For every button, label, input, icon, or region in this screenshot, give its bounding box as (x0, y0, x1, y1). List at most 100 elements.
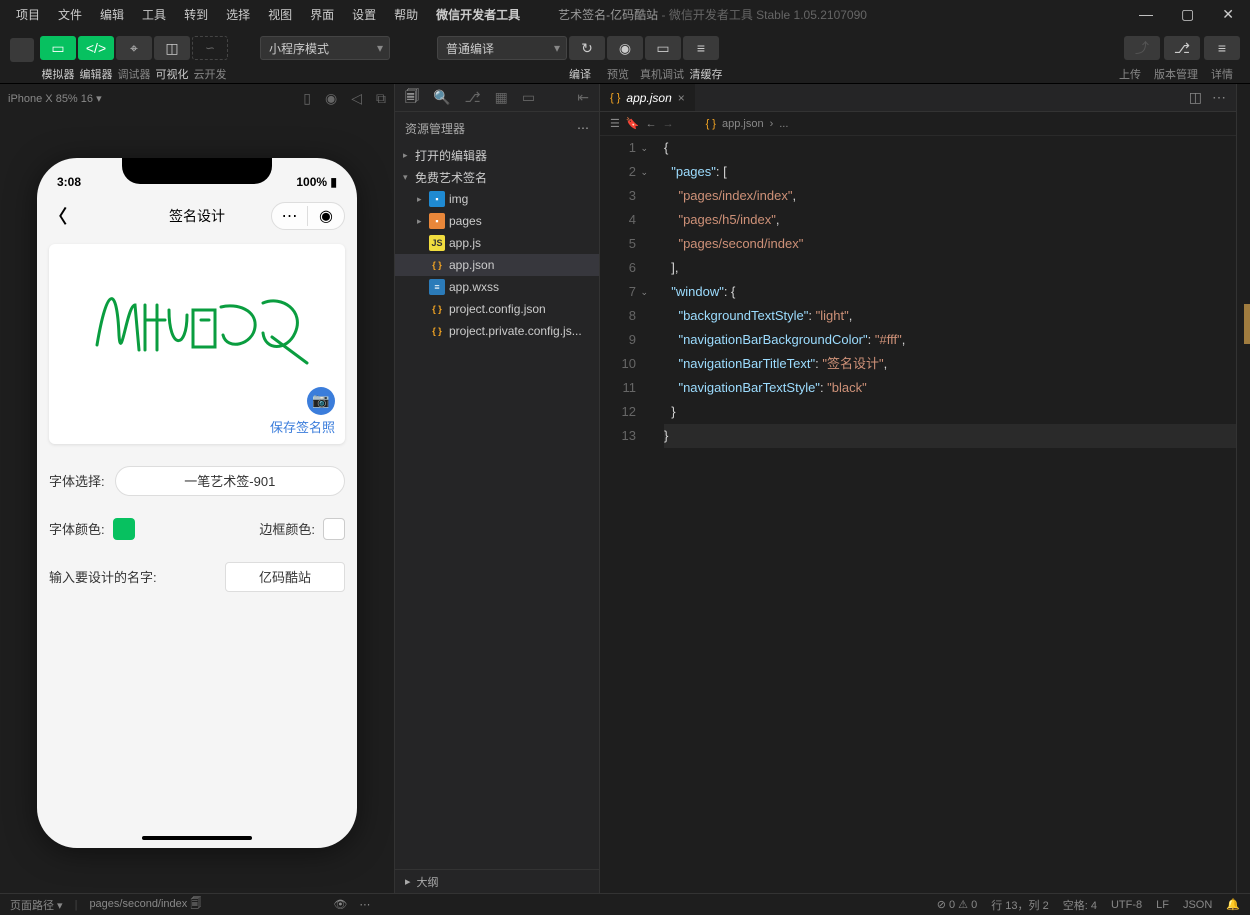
menu-file[interactable]: 文件 (50, 2, 90, 27)
menu-settings[interactable]: 设置 (344, 2, 384, 27)
editor-tab-appjson[interactable]: { } app.json × (600, 84, 695, 111)
menu-help[interactable]: 帮助 (386, 2, 426, 27)
explorer-tab-ext[interactable]: ▦ (495, 89, 508, 106)
font-select[interactable]: 一笔艺术签-901 (115, 466, 345, 496)
menu-devtools[interactable]: 微信开发者工具 (428, 2, 528, 27)
tree-file-projectprivate[interactable]: { }project.private.config.js... (395, 320, 599, 342)
simulator-button[interactable]: ▭ (40, 36, 76, 60)
save-signature-link[interactable]: 📷 (59, 387, 335, 415)
crumb-list-icon[interactable]: ☰ (610, 117, 620, 130)
camera-icon: 📷 (307, 387, 335, 415)
sim-device-icon[interactable]: ▯ (303, 90, 311, 107)
editor-pane: { } app.json × ◫ ⋯ ☰ 🔖 ← → { } app.json … (600, 84, 1236, 893)
menu-goto[interactable]: 转到 (176, 2, 216, 27)
debugger-button[interactable]: ⌖ (116, 36, 152, 60)
explorer-tab-collapse[interactable]: ⇤ (577, 89, 589, 106)
label-detail: 详情 (1204, 66, 1240, 82)
name-input[interactable]: 亿码酷站 (225, 562, 345, 592)
sim-back-icon[interactable]: ◁ (351, 90, 362, 107)
crumb-bookmark-icon[interactable]: 🔖 (626, 117, 640, 130)
editor-more-icon[interactable]: ⋯ (1212, 89, 1226, 106)
avatar[interactable] (10, 38, 34, 62)
label-cloud: 云开发 (192, 66, 228, 82)
menu-project[interactable]: 项目 (8, 2, 48, 27)
explorer-more-icon[interactable]: ⋯ (577, 121, 589, 135)
capsule-close[interactable]: ◉ (308, 206, 344, 226)
tree-file-projectconfig[interactable]: { }project.config.json (395, 298, 599, 320)
capsule-menu[interactable]: ⋯ (272, 206, 308, 226)
status-cursor[interactable]: 行 13，列 2 (991, 897, 1048, 913)
explorer-tab-files[interactable]: 🗐 (405, 86, 419, 110)
status-eol[interactable]: LF (1156, 899, 1169, 911)
crumb-file[interactable]: app.json (722, 118, 764, 130)
explorer-tab-db[interactable]: ▭ (522, 89, 535, 106)
status-lang[interactable]: JSON (1183, 899, 1212, 911)
crumb-fwd-icon[interactable]: → (663, 118, 674, 130)
phone-time: 3:08 (57, 175, 81, 189)
sim-pop-icon[interactable]: ⧉ (376, 90, 386, 107)
menu-edit[interactable]: 编辑 (92, 2, 132, 27)
tree-file-appwxss[interactable]: ≡app.wxss (395, 276, 599, 298)
explorer-tab-search[interactable]: 🔍 (433, 89, 450, 106)
tree-file-appjson[interactable]: { }app.json (395, 254, 599, 276)
outline-section[interactable]: ▸大纲 (395, 869, 599, 893)
mode-dropdown[interactable]: 小程序模式 (260, 36, 390, 60)
maximize-button[interactable]: ▢ (1173, 4, 1202, 25)
upload-button[interactable]: ⤴ (1124, 36, 1160, 60)
remote-button[interactable]: ▭ (645, 36, 681, 60)
preview-button[interactable]: ◉ (607, 36, 643, 60)
phone-navbar: 〈 签名设计 ⋯ ◉ (37, 196, 357, 236)
label-upload: 上传 (1112, 66, 1148, 82)
label-version: 版本管理 (1152, 66, 1200, 82)
status-errors[interactable]: ⊘ 0 ⚠ 0 (937, 898, 978, 911)
compile-button[interactable]: ↻ (569, 36, 605, 60)
menu-tool[interactable]: 工具 (134, 2, 174, 27)
sim-record-icon[interactable]: ◉ (325, 90, 337, 107)
tree-folder-img[interactable]: ▸▪img (395, 188, 599, 210)
file-tree: ▸打开的编辑器 ▾免费艺术签名 ▸▪img ▸▪pages JSapp.js {… (395, 144, 599, 869)
signature-image (59, 254, 335, 387)
tree-folder-pages[interactable]: ▸▪pages (395, 210, 599, 232)
status-bell-icon[interactable]: 🔔 (1226, 898, 1240, 911)
version-button[interactable]: ⎇ (1164, 36, 1200, 60)
status-more-icon[interactable]: ⋯ (359, 898, 370, 911)
label-simulator: 模拟器 (40, 66, 76, 82)
clear-cache-button[interactable]: ≡ (683, 36, 719, 60)
crumb-more[interactable]: ... (779, 118, 788, 130)
visualizer-button[interactable]: ◫ (154, 36, 190, 60)
back-icon[interactable]: 〈 (49, 203, 67, 229)
tree-open-editors[interactable]: ▸打开的编辑器 (395, 144, 599, 166)
explorer-title: 资源管理器 (405, 120, 465, 137)
close-button[interactable]: ✕ (1214, 4, 1242, 25)
editor-button[interactable]: </> (78, 36, 114, 60)
split-editor-icon[interactable]: ◫ (1189, 89, 1202, 106)
status-path-label[interactable]: 页面路径 ▾ (10, 897, 63, 913)
signature-card: 📷 保存签名照 (49, 244, 345, 444)
code-editor[interactable]: 1⌄2⌄3456 7⌄8910111213 { "pages": [ "page… (600, 136, 1236, 893)
explorer-tab-git[interactable]: ⎇ (464, 89, 480, 106)
close-tab-icon[interactable]: × (678, 91, 685, 105)
menu-view[interactable]: 视图 (260, 2, 300, 27)
home-indicator (142, 836, 252, 840)
save-label[interactable]: 保存签名照 (59, 417, 335, 436)
capsule: ⋯ ◉ (271, 202, 345, 230)
status-path[interactable]: pages/second/index 🗐 (89, 895, 201, 914)
detail-button[interactable]: ≡ (1204, 36, 1240, 60)
crumb-back-icon[interactable]: ← (646, 118, 657, 130)
status-visibility-icon[interactable]: 👁 (333, 898, 347, 911)
tree-project-root[interactable]: ▾免费艺术签名 (395, 166, 599, 188)
status-spaces[interactable]: 空格: 4 (1063, 897, 1097, 913)
json-icon: { } (610, 92, 620, 104)
status-encoding[interactable]: UTF-8 (1111, 899, 1142, 911)
minimize-button[interactable]: — (1131, 4, 1161, 25)
font-color-swatch[interactable] (113, 518, 135, 540)
cloud-button[interactable]: ∽ (192, 36, 228, 60)
tree-file-appjs[interactable]: JSapp.js (395, 232, 599, 254)
border-color-swatch[interactable] (323, 518, 345, 540)
compile-mode-dropdown[interactable]: 普通编译 (437, 36, 567, 60)
label-compile: 编译 (562, 66, 598, 82)
device-selector[interactable]: iPhone X 85% 16 ▾ (8, 92, 102, 105)
menu-select[interactable]: 选择 (218, 2, 258, 27)
menu-interface[interactable]: 界面 (302, 2, 342, 27)
breadcrumb: ☰ 🔖 ← → { } app.json › ... (600, 112, 1236, 136)
